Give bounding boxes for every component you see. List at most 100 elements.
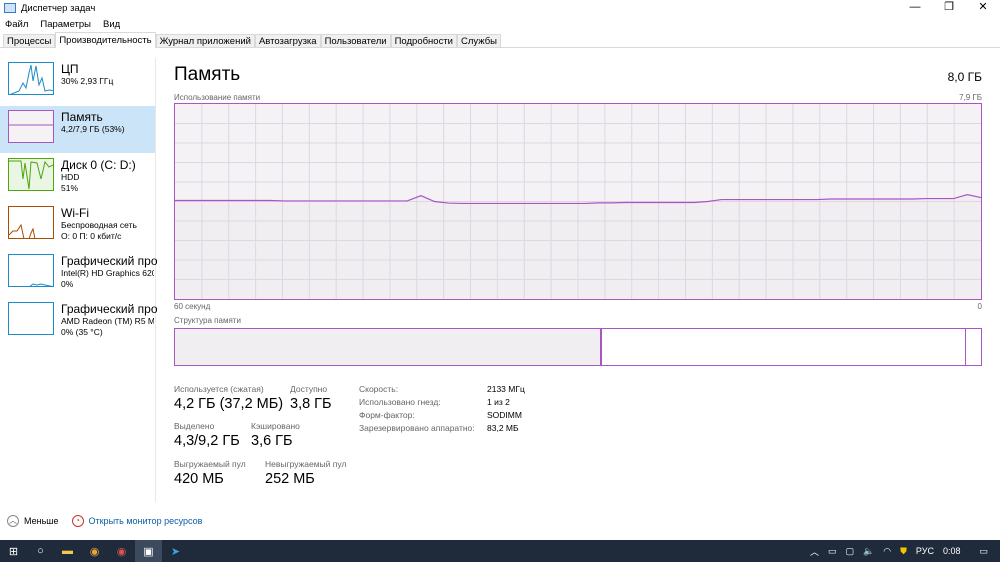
sidebar-item-sub2: О: 0 П: 0 кбит/с bbox=[61, 231, 122, 241]
task-manager-taskbar-icon[interactable]: ▣ bbox=[135, 540, 162, 562]
sidebar-item-sub2: 0% (35 °C) bbox=[61, 327, 103, 337]
sidebar-item-sub: Intel(R) HD Graphics 620 bbox=[61, 268, 154, 278]
sidebar-thumbnail-graph bbox=[8, 206, 54, 239]
usage-max: 7,9 ГБ bbox=[959, 93, 982, 102]
detail-label: Использовано гнезд: bbox=[359, 397, 441, 407]
sidebar-item-sub: 4,2/7,9 ГБ (53%) bbox=[61, 124, 125, 134]
telegram-icon[interactable]: ➤ bbox=[162, 540, 189, 562]
detail-label: Зарезервировано аппаратно: bbox=[359, 423, 475, 433]
memory-structure-bar bbox=[174, 328, 982, 366]
sidebar-thumbnail-graph bbox=[8, 62, 54, 95]
menu-file[interactable]: Файл bbox=[5, 19, 28, 30]
tab-bar: Процессы Производительность Журнал прило… bbox=[0, 32, 1000, 48]
volume-icon[interactable]: 🔈 bbox=[863, 546, 874, 557]
menu-options[interactable]: Параметры bbox=[40, 19, 91, 30]
sidebar-item-label: Графический про bbox=[61, 254, 158, 268]
sidebar-item-sub2: 0% bbox=[61, 279, 74, 289]
chevron-up-icon[interactable]: ︿ bbox=[810, 545, 819, 558]
file-explorer-icon[interactable]: ▬ bbox=[54, 540, 81, 562]
structure-segment-in_use bbox=[175, 329, 600, 365]
sidebar-item-label: Диск 0 (C: D:) bbox=[61, 158, 136, 172]
sidebar-item-3[interactable]: Wi-Fi Беспроводная сеть О: 0 П: 0 кбит/с bbox=[0, 202, 155, 249]
sidebar-thumbnail-graph bbox=[8, 302, 54, 335]
system-tray: ︿ ▭ ▢ 🔈 ◠ ⛊ РУС 0:08 ▭ bbox=[810, 540, 1000, 562]
detail-value: SODIMM bbox=[487, 410, 522, 420]
memory-panel: Память 8,0 ГБ Использование памяти 7,9 Г… bbox=[174, 64, 984, 487]
usage-label: Использование памяти bbox=[174, 93, 261, 102]
sidebar-item-label: Графический про bbox=[61, 302, 158, 316]
sidebar-item-sub: HDD bbox=[61, 172, 80, 182]
meet-now-icon[interactable]: ▢ bbox=[846, 546, 855, 557]
sidebar-item-label: Wi-Fi bbox=[61, 206, 89, 220]
detail-value: 1 из 2 bbox=[487, 397, 510, 407]
detail-value: 2133 МГц bbox=[487, 384, 525, 394]
paged-pool-label: Выгружаемый пул bbox=[174, 459, 246, 469]
nonpaged-pool-label: Невыгружаемый пул bbox=[265, 459, 347, 469]
start-icon[interactable]: ⊞ bbox=[0, 540, 27, 562]
resource-sidebar: ЦП 30% 2,93 ГГц Память 4,2/7,9 ГБ (53%) … bbox=[0, 58, 158, 502]
in-use-label: Используется (сжатая) bbox=[174, 384, 264, 394]
language-indicator[interactable]: РУС bbox=[916, 546, 934, 556]
sidebar-item-sub: AMD Radeon (TM) R5 M bbox=[61, 316, 154, 326]
tab-app-history[interactable]: Журнал приложений bbox=[155, 34, 255, 47]
sidebar-item-sub: 30% 2,93 ГГц bbox=[61, 76, 114, 86]
fewer-details-button[interactable]: Меньше bbox=[24, 516, 59, 526]
sidebar-item-0[interactable]: ЦП 30% 2,93 ГГц bbox=[0, 58, 155, 105]
time-axis-right: 0 bbox=[977, 302, 982, 311]
nonpaged-pool-value: 252 МБ bbox=[265, 471, 315, 487]
committed-label: Выделено bbox=[174, 421, 215, 431]
page-title: Память bbox=[174, 64, 241, 85]
menu-bar: Файл Параметры Вид bbox=[0, 16, 1000, 32]
available-value: 3,8 ГБ bbox=[290, 396, 332, 412]
security-icon[interactable]: ⛊ bbox=[900, 546, 907, 557]
open-resource-monitor-link[interactable]: Открыть монитор ресурсов bbox=[89, 516, 203, 526]
close-button[interactable]: ✕ bbox=[966, 0, 1000, 14]
sidebar-item-sub: Беспроводная сеть bbox=[61, 220, 137, 230]
wifi-icon[interactable]: ◠ bbox=[883, 546, 891, 557]
memory-usage-graph bbox=[174, 103, 982, 300]
paged-pool-value: 420 МБ bbox=[174, 471, 224, 487]
sidebar-thumbnail-graph bbox=[8, 110, 54, 143]
structure-segment-free bbox=[964, 329, 981, 365]
sidebar-item-sub2: 51% bbox=[61, 183, 79, 193]
total-memory: 8,0 ГБ bbox=[947, 70, 982, 84]
sidebar-item-4[interactable]: Графический про Intel(R) HD Graphics 620… bbox=[0, 250, 158, 297]
task-manager-icon bbox=[4, 3, 16, 13]
tab-performance[interactable]: Производительность bbox=[55, 32, 156, 48]
tab-details[interactable]: Подробности bbox=[390, 34, 457, 47]
structure-label: Структура памяти bbox=[174, 316, 241, 325]
structure-segment-standby bbox=[601, 329, 965, 365]
taskbar: ⊞ ○ ▬ ◉ ◉ ▣ ➤ ︿ ▭ ▢ 🔈 ◠ ⛊ РУС 0:08 ▭ bbox=[0, 540, 1000, 562]
available-label: Доступно bbox=[290, 384, 328, 394]
search-icon[interactable]: ○ bbox=[27, 540, 54, 562]
menu-view[interactable]: Вид bbox=[103, 19, 120, 30]
tab-startup[interactable]: Автозагрузка bbox=[254, 34, 321, 47]
clock[interactable]: 0:08 bbox=[943, 546, 961, 556]
title-bar: Диспетчер задач — ❐ ✕ bbox=[0, 0, 1000, 16]
cached-value: 3,6 ГБ bbox=[251, 433, 293, 449]
tab-processes[interactable]: Процессы bbox=[3, 34, 56, 47]
chrome-icon[interactable]: ◉ bbox=[81, 540, 108, 562]
tab-users[interactable]: Пользователи bbox=[320, 34, 391, 47]
tab-services[interactable]: Службы bbox=[457, 34, 501, 47]
sidebar-thumbnail-graph bbox=[8, 254, 54, 287]
footer: ︿ Меньше ◔ Открыть монитор ресурсов bbox=[7, 515, 202, 527]
sidebar-item-5[interactable]: Графический про AMD Radeon (TM) R5 M 0% … bbox=[0, 298, 158, 345]
minimize-button[interactable]: — bbox=[898, 0, 932, 14]
chevron-up-icon[interactable]: ︿ bbox=[7, 515, 19, 527]
notifications-icon[interactable]: ▭ bbox=[979, 546, 988, 557]
sidebar-item-2[interactable]: Диск 0 (C: D:) HDD 51% bbox=[0, 154, 155, 201]
detail-value: 83,2 МБ bbox=[487, 423, 519, 433]
sidebar-thumbnail-graph bbox=[8, 158, 54, 191]
chrome-icon-2[interactable]: ◉ bbox=[108, 540, 135, 562]
sidebar-item-label: Память bbox=[61, 110, 103, 124]
detail-label: Форм-фактор: bbox=[359, 410, 415, 420]
in-use-value: 4,2 ГБ (37,2 МБ) bbox=[174, 396, 284, 412]
battery-icon[interactable]: ▭ bbox=[828, 546, 837, 557]
time-axis-left: 60 секунд bbox=[174, 302, 211, 311]
sidebar-item-1[interactable]: Память 4,2/7,9 ГБ (53%) bbox=[0, 106, 155, 153]
restore-button[interactable]: ❐ bbox=[932, 0, 966, 14]
sidebar-item-label: ЦП bbox=[61, 62, 79, 76]
resource-monitor-icon: ◔ bbox=[71, 515, 84, 527]
committed-value: 4,3/9,2 ГБ bbox=[174, 433, 240, 449]
